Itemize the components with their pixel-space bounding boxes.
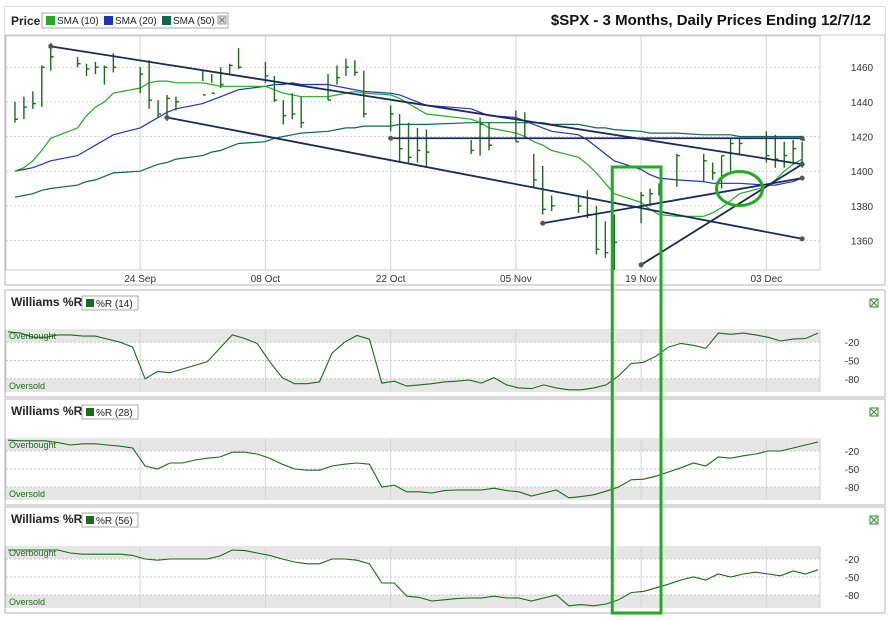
expand-icon[interactable] (869, 407, 879, 417)
price-label: Price (11, 14, 41, 28)
chart-canvas: Price SMA (10) SMA (20) SMA (50) $SPX - … (4, 6, 886, 615)
price-plot-area (5, 35, 821, 271)
indicator-legend-label: %R (14) (96, 299, 133, 310)
price-y-tick-label: 1420 (851, 133, 874, 144)
price-x-tick-label: 03 Dec (750, 274, 782, 285)
price-y-tick-label: 1400 (851, 167, 874, 178)
indicator-legend-swatch (86, 408, 94, 416)
indicator-legend-label: %R (28) (96, 408, 133, 419)
oversold-label: Oversold (9, 381, 45, 391)
indicator-y-tick-label: -80 (845, 375, 860, 386)
chart-title: $SPX - 3 Months, Daily Prices Ending 12/… (551, 12, 871, 29)
williams-r-14-panel: Williams %R %R (14)-20-50-80OverboughtOve… (4, 289, 886, 398)
price-y-tick-label: 1460 (851, 63, 874, 74)
price-y-tick-label: 1440 (851, 98, 874, 109)
expand-icon[interactable] (869, 298, 879, 308)
oversold-zone (6, 487, 820, 499)
indicator-legend-swatch (86, 516, 94, 524)
trendline-endpoint (799, 135, 805, 141)
price-grid (5, 35, 821, 271)
price-x-tick-label: 19 Nov (625, 274, 657, 285)
indicator-y-tick-label: -20 (845, 555, 860, 566)
williams-r-28-panel: Williams %R %R (28)-20-50-80OverboughtOve… (4, 398, 886, 506)
indicator-y-tick-label: -20 (845, 338, 860, 349)
price-x-tick-label: 24 Sep (124, 274, 156, 285)
expand-icon[interactable] (869, 515, 879, 525)
indicator-y-tick-label: -20 (845, 447, 860, 458)
overbought-zone (6, 547, 820, 559)
trendline-endpoint (388, 135, 394, 141)
indicator-y-tick-label: -50 (845, 573, 860, 584)
price-y-tick-label: 1380 (851, 202, 874, 213)
trendline-endpoint (48, 43, 54, 49)
legend-swatch-sma10 (46, 16, 55, 25)
indicator-legend-swatch (86, 299, 94, 307)
indicator-title: Williams %R (11, 295, 83, 309)
trendline-endpoint (164, 114, 170, 120)
trendline-endpoint (638, 262, 644, 268)
indicator-y-tick-label: -50 (845, 465, 860, 476)
indicator-title: Williams %R (11, 512, 83, 526)
indicator-y-tick-label: -80 (845, 591, 860, 602)
price-y-tick-label: 1360 (851, 237, 874, 248)
overbought-zone (6, 330, 820, 343)
legend-sma50: SMA (50) (173, 16, 215, 27)
price-x-tick-label: 05 Nov (500, 274, 532, 285)
trendline-endpoint (799, 161, 805, 167)
trendline-endpoint (799, 175, 805, 181)
williams-r-56-panel: Williams %R %R (56)-20-50-80OverboughtOve… (4, 506, 886, 614)
indicator-y-tick-label: -80 (845, 483, 860, 494)
price-x-tick-label: 08 Oct (251, 274, 281, 285)
legend-sma10: SMA (10) (57, 16, 99, 27)
oversold-label: Oversold (9, 597, 45, 607)
legend-sma20: SMA (20) (115, 16, 157, 27)
overbought-zone (6, 439, 820, 451)
price-x-tick-label: 22 Oct (376, 274, 406, 285)
legend-swatch-sma20 (104, 16, 113, 25)
trendline-endpoint (799, 236, 805, 242)
indicator-legend-label: %R (56) (96, 516, 133, 527)
stock-chart: Price SMA (10) SMA (20) SMA (50) $SPX - … (0, 0, 890, 615)
indicator-title: Williams %R (11, 404, 83, 418)
trendline-endpoint (540, 220, 546, 226)
oversold-label: Oversold (9, 489, 45, 499)
oversold-zone (6, 378, 820, 391)
legend-swatch-sma50 (162, 16, 171, 25)
close-box-icon[interactable] (217, 15, 227, 25)
indicator-y-tick-label: -50 (845, 357, 860, 368)
